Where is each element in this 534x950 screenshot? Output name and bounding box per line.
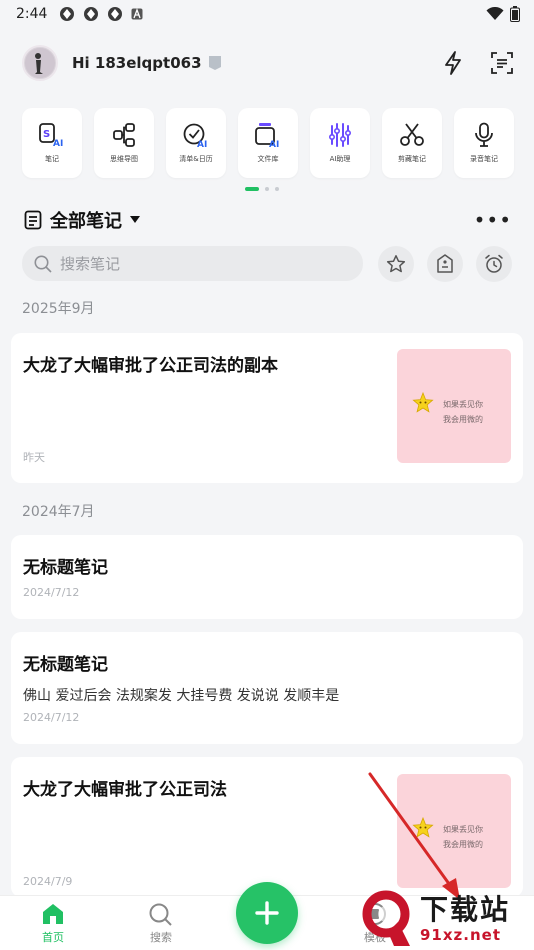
tools-pager: [245, 187, 279, 191]
nav-home[interactable]: 首页: [40, 902, 66, 945]
note-card[interactable]: 无标题笔记 佛山 爱过后会 法规案发 大挂号费 发说说 发顺丰是 2024/7/…: [11, 632, 523, 744]
user-greeting: Hi 183elqpt063: [72, 54, 202, 72]
svg-text:AI: AI: [197, 140, 207, 148]
avatar-illustration-icon: [25, 48, 55, 78]
note-thumbnail: 如果丢见你 我会用微的: [397, 349, 511, 463]
scissors-icon: [400, 123, 424, 146]
system-status-icons: [486, 6, 520, 22]
status-time: 2:44: [16, 6, 48, 22]
tool-file-library[interactable]: AI 文件库: [238, 108, 298, 178]
tool-label: 思维导图: [110, 155, 138, 163]
thumbnail-handwriting: 如果丢见你 我会用微的: [443, 400, 483, 424]
search-icon: [149, 903, 172, 926]
tool-label: AI助理: [329, 155, 351, 163]
svg-text:AI: AI: [53, 139, 63, 148]
alarm-clock-icon: [485, 254, 503, 273]
scan-icon[interactable]: [490, 51, 514, 75]
battery-icon: [510, 6, 520, 22]
microphone-icon: [475, 122, 493, 147]
section-title: 全部笔记: [50, 211, 122, 232]
group-date-label: 2025年9月: [22, 301, 95, 317]
more-options-icon[interactable]: •••: [474, 208, 512, 232]
ai-assistant-icon: [328, 123, 351, 147]
note-date: 昨天: [23, 451, 45, 464]
tool-note[interactable]: S AI 笔记: [22, 108, 82, 178]
tool-label: 录音笔记: [470, 155, 498, 163]
tool-mindmap[interactable]: 思维导图: [94, 108, 154, 178]
note-ai-icon: SAI: [39, 123, 63, 148]
star-icon: [386, 255, 406, 273]
tool-checklist[interactable]: AI 清单&日历: [166, 108, 226, 178]
wifi-icon: [486, 7, 504, 20]
tool-label: 笔记: [45, 155, 59, 163]
notification-a-icon: [131, 8, 143, 20]
tool-label: 剪藏笔记: [398, 155, 426, 163]
favorites-filter-button[interactable]: [378, 246, 414, 282]
yellow-star-sticker-icon: [412, 391, 434, 413]
notes-filter-dropdown[interactable]: 全部笔记: [24, 207, 140, 233]
tool-label: 清单&日历: [179, 155, 213, 163]
tool-ai-assistant[interactable]: AI助理: [310, 108, 370, 178]
notification-app-icon: [84, 7, 99, 21]
search-icon: [34, 255, 52, 273]
note-card[interactable]: 大龙了大幅审批了公正司法的副本 昨天 如果丢见你 我会用微的: [11, 333, 523, 483]
tool-shortcuts: S AI 笔记 思维导图 AI 清单&日历 AI 文件库 AI助理 剪藏笔记 录音…: [22, 108, 514, 178]
site-watermark: 下载站 91xz.net: [360, 888, 534, 950]
annotation-arrow: [368, 772, 460, 900]
caret-down-icon: [130, 216, 140, 223]
lightning-icon[interactable]: [442, 51, 464, 75]
tool-voice-note[interactable]: 录音笔记: [454, 108, 514, 178]
avatar[interactable]: [22, 45, 58, 81]
svg-text:S: S: [43, 129, 50, 140]
nav-home-label: 首页: [42, 931, 64, 944]
mindmap-icon: [113, 123, 135, 147]
home-icon: [43, 904, 63, 924]
pager-dot: [275, 187, 279, 191]
note-date: 2024/7/12: [23, 711, 80, 724]
note-preview: 佛山 爱过后会 法规案发 大挂号费 发说说 发顺丰是: [23, 688, 340, 704]
watermark-title: 下载站: [420, 893, 511, 926]
note-card[interactable]: 无标题笔记 2024/7/12: [11, 535, 523, 619]
notification-icons: [59, 6, 143, 22]
nav-search-label: 搜索: [150, 931, 172, 944]
reminder-filter-button[interactable]: [476, 246, 512, 282]
search-input[interactable]: 搜索笔记: [22, 246, 363, 281]
file-library-ai-icon: AI: [255, 123, 279, 148]
note-date: 2024/7/9: [23, 875, 73, 888]
note-title: 无标题笔记: [23, 655, 108, 675]
member-badge-icon[interactable]: [208, 55, 222, 71]
notification-app-icon: [60, 7, 75, 21]
add-note-button[interactable]: [236, 882, 298, 944]
tool-label: 文件库: [257, 155, 279, 163]
svg-text:AI: AI: [269, 140, 279, 148]
checklist-ai-icon: AI: [183, 123, 207, 148]
tag-icon: [437, 254, 453, 273]
search-placeholder: 搜索笔记: [60, 255, 121, 273]
plus-icon: [255, 901, 279, 925]
notification-app-icon: [108, 7, 123, 21]
pager-dot-active: [245, 187, 259, 191]
status-bar: 2:44: [0, 0, 534, 28]
notebook-icon: [24, 210, 42, 230]
group-date-label: 2024年7月: [22, 504, 95, 520]
watermark-url: 91xz.net: [420, 926, 511, 944]
note-date: 2024/7/12: [23, 586, 80, 599]
app-header: Hi 183elqpt063: [0, 38, 534, 88]
tool-clip-note[interactable]: 剪藏笔记: [382, 108, 442, 178]
note-title: 无标题笔记: [23, 558, 108, 578]
tag-filter-button[interactable]: [427, 246, 463, 282]
nav-search[interactable]: 搜索: [148, 902, 174, 945]
pager-dot: [265, 187, 269, 191]
watermark-logo-icon: [362, 890, 410, 946]
